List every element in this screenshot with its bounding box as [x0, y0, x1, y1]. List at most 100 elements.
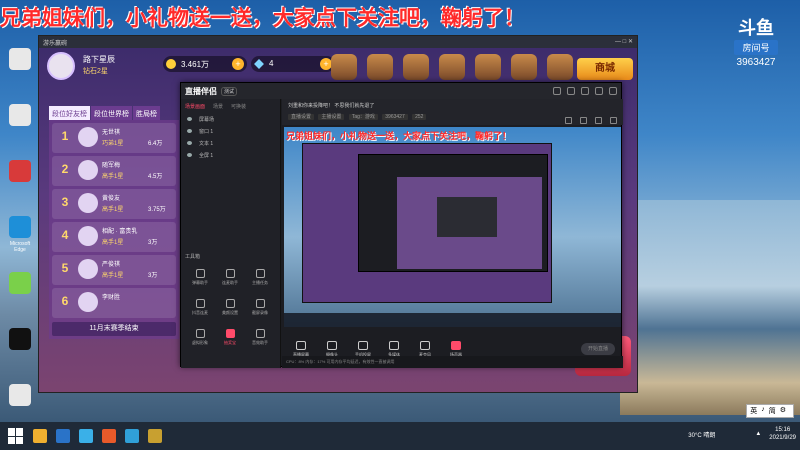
- tool-sound[interactable]: 音效助手: [245, 329, 275, 351]
- phone-icon: [358, 340, 368, 350]
- control-media[interactable]: 多媒体: [380, 340, 408, 358]
- ime-sound[interactable]: ♪: [761, 406, 765, 416]
- avatar-icon: [195, 329, 205, 338]
- tool-avatar[interactable]: 虚拟形象: [185, 329, 215, 351]
- ime-mode[interactable]: 简: [769, 406, 776, 416]
- table-row[interactable]: 5 严俊祺 高手1星 3万: [52, 255, 176, 285]
- rank-value: 3万: [148, 240, 158, 246]
- lock-icon[interactable]: [580, 117, 587, 124]
- stream-info-bar: 刘重和你来投降吧！ 不思我们就先退了 直播设置 主播设置 Tag：游戏 3963…: [282, 99, 623, 125]
- share-icon[interactable]: [610, 117, 617, 124]
- taskbar-app-2[interactable]: [79, 429, 93, 443]
- control-camera[interactable]: 摄像头: [318, 340, 346, 358]
- app-icon: [9, 104, 31, 126]
- stream-tag[interactable]: 直播设置: [288, 114, 315, 120]
- close-icon[interactable]: [609, 87, 617, 95]
- tab-outfit[interactable]: 可换装: [231, 103, 246, 113]
- clock-time: 15:16: [775, 427, 791, 433]
- control-mic[interactable]: 麦克风: [411, 340, 439, 358]
- friends-icon[interactable]: [511, 54, 537, 80]
- clock[interactable]: 15:16 2021/9/29: [769, 426, 796, 442]
- tool-record[interactable]: 截屏录像: [245, 299, 275, 321]
- screen-icon: [296, 340, 306, 350]
- control-phone[interactable]: 手机投屏: [349, 340, 377, 358]
- source-item[interactable]: 窗口 1: [181, 125, 280, 137]
- preview-taskbar: [284, 313, 621, 327]
- season-end-banner[interactable]: 11月末赛季结束: [52, 322, 176, 336]
- desktop-icon-1[interactable]: [4, 104, 36, 156]
- tool-beauty[interactable]: 美颜设置: [215, 299, 245, 321]
- desktop-icon-5[interactable]: [4, 328, 36, 380]
- start-button[interactable]: [8, 428, 24, 444]
- game-title: 游乐赢碗: [43, 41, 68, 47]
- settings-icon[interactable]: [547, 54, 573, 80]
- tab-scene[interactable]: 场景: [213, 103, 223, 113]
- maximize-icon[interactable]: [595, 87, 603, 95]
- rank-value: 4.5万: [148, 174, 163, 180]
- task-icon[interactable]: [403, 54, 429, 80]
- tool-douyin-mic[interactable]: 抖音连麦: [185, 299, 215, 321]
- bag-icon[interactable]: [439, 54, 465, 80]
- desktop-icon-edge[interactable]: Microsoft Edge: [4, 216, 36, 268]
- taskbar-app-1[interactable]: [56, 429, 70, 443]
- mail-icon[interactable]: [475, 54, 501, 80]
- douyu-logo-mark: 斗鱼: [738, 18, 774, 38]
- layout-icon[interactable]: [565, 117, 572, 124]
- taskbar-app-4[interactable]: [125, 429, 139, 443]
- companion-badge: 测试: [221, 86, 238, 96]
- lottery-icon: [225, 329, 235, 338]
- stream-tag: 3963427: [382, 114, 408, 120]
- tool-danmaku[interactable]: 弹幕助手: [185, 269, 215, 291]
- gift-icon[interactable]: [367, 54, 393, 80]
- stream-preview[interactable]: 兄弟姐妹们，小礼物送一送，大家点下关注吧，鞠躬了！: [284, 127, 621, 327]
- window-controls[interactable]: — □ ✕: [615, 38, 633, 46]
- weather-widget[interactable]: 30°C 晴朗: [688, 430, 715, 439]
- shop-button[interactable]: 商城: [577, 58, 633, 80]
- tab-world-rank[interactable]: 段位世界榜: [91, 106, 132, 120]
- stream-tag[interactable]: 主播设置: [318, 114, 345, 120]
- tab-win-rank[interactable]: 胜局榜: [133, 106, 160, 120]
- fullscreen-icon[interactable]: [595, 117, 602, 124]
- minimize-icon[interactable]: [581, 87, 589, 95]
- network-icon[interactable]: ▲: [755, 431, 761, 437]
- desktop-icon-2[interactable]: [4, 160, 36, 212]
- app-icon: [9, 272, 31, 294]
- desktop-icon-4[interactable]: [4, 272, 36, 324]
- source-item[interactable]: 文本 1: [181, 137, 280, 149]
- start-live-button[interactable]: 开始直播: [581, 343, 615, 355]
- tab-scene-view[interactable]: 场景画面: [185, 103, 205, 113]
- control-screen[interactable]: 直播屏幕: [287, 340, 315, 358]
- add-coins-button[interactable]: +: [232, 58, 244, 70]
- taskbar-app-3[interactable]: [102, 429, 116, 443]
- app-icon: [9, 328, 31, 350]
- table-row[interactable]: 4 相配 · 富贵乳 高手1星 3万: [52, 222, 176, 252]
- rank-name: 严俊祺: [102, 262, 121, 268]
- ranking-tabs: 段位好友榜 段位世界榜 胜局榜: [49, 106, 179, 120]
- player-avatar[interactable]: [47, 52, 75, 80]
- desktop-icon-0[interactable]: [4, 48, 36, 100]
- menu-icon[interactable]: [567, 87, 575, 95]
- table-row[interactable]: 6 李财胜: [52, 288, 176, 318]
- tool-lottery[interactable]: 抽奖宝: [215, 329, 245, 351]
- tab-friend-rank[interactable]: 段位好友榜: [49, 106, 90, 120]
- table-row[interactable]: 3 黄俊友 高手1星 3.75万: [52, 189, 176, 219]
- stream-tag: Tag：游戏: [348, 114, 378, 120]
- preview-overlay-text: 兄弟姐妹们，小礼物送一送，大家点下关注吧，鞠躬了！: [286, 131, 512, 141]
- table-row[interactable]: 1 无世祺 巧弟1星 6.4万: [52, 123, 176, 153]
- link-icon: [225, 269, 235, 278]
- table-row[interactable]: 2 随军梅 高手1星 4.5万: [52, 156, 176, 186]
- activity-icon[interactable]: [331, 54, 357, 80]
- ime-lang[interactable]: 英: [750, 406, 757, 416]
- stream-title[interactable]: 刘重和你来投降吧！ 不思我们就先退了: [288, 102, 617, 109]
- rank-number: 1: [61, 129, 69, 143]
- ime-settings[interactable]: ⚙: [780, 406, 786, 416]
- taskbar-app-0[interactable]: [33, 429, 47, 443]
- avatar-icon[interactable]: [553, 87, 561, 95]
- source-item[interactable]: 全屏 1: [181, 149, 280, 161]
- taskbar-app-5[interactable]: [148, 429, 162, 443]
- control-speaker[interactable]: 扬声器: [442, 340, 470, 358]
- tool-tasks[interactable]: 主播任务: [245, 269, 275, 291]
- beauty-icon: [225, 299, 235, 308]
- source-item[interactable]: 屏幕场: [181, 113, 280, 125]
- tool-link-mic[interactable]: 连麦助手: [215, 269, 245, 291]
